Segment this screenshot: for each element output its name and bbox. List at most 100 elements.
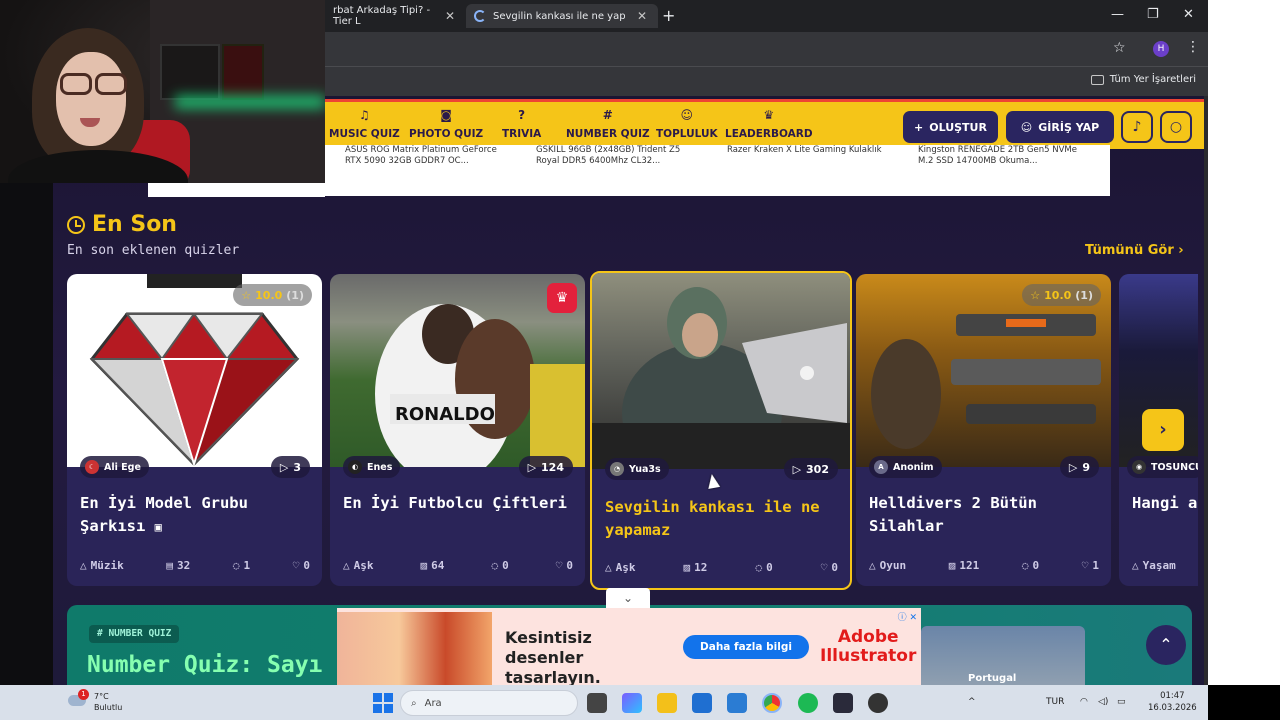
ad-info-icon[interactable]: ⓘ ✕ <box>898 610 917 623</box>
wifi-icon[interactable]: ◠ <box>1080 697 1088 707</box>
weather-temp: 7°C <box>94 692 109 701</box>
quiz-card-active[interactable]: ◔ Yua3s ▷ 302 Sevgilin kankası ile ne yapa… <box>590 271 852 590</box>
close-tab-icon[interactable]: ✕ <box>637 9 647 23</box>
items-value: 12 <box>694 561 708 574</box>
category[interactable]: △ Aşk <box>343 559 374 572</box>
nav-trivia[interactable]: ? TRIVIA <box>502 108 541 140</box>
quiz-thumbnail <box>592 273 850 483</box>
author-badge[interactable]: ◔ Yua3s <box>605 458 669 480</box>
quiz-card[interactable]: ☆ 10.0 (1) A Anonim ▷ 9 Helldivers 2 Bütün S… <box>856 274 1111 586</box>
all-bookmarks[interactable]: Tüm Yer İşaretleri <box>1090 74 1196 85</box>
images-icon: ▨ <box>420 559 428 572</box>
new-tab-icon[interactable]: + <box>662 6 675 25</box>
star-icon: ☆ <box>1030 288 1041 302</box>
collapse-ad-button[interactable]: ⌄ <box>606 588 650 608</box>
restore-icon[interactable]: ❐ <box>1147 7 1159 22</box>
system-clock[interactable]: 01:47 16.03.2026 <box>1148 690 1197 714</box>
close-window-icon[interactable]: ✕ <box>1183 7 1194 22</box>
scroll-to-top-button[interactable]: ⌃ <box>1146 625 1186 665</box>
menu-icon[interactable]: ⋮ <box>1186 39 1200 55</box>
star-icon: ☆ <box>241 288 252 302</box>
quiz-title[interactable]: Helldivers 2 Bütün Silahlar <box>869 492 1103 538</box>
ad-banner[interactable]: Kesintisiz desenler tasarlayın. Daha faz… <box>337 608 921 687</box>
windows-start-icon[interactable] <box>373 693 393 713</box>
app-icon[interactable] <box>833 693 853 713</box>
browser-tab[interactable]: rbat Arkadaş Tipi? - Tier L ✕ <box>325 4 463 28</box>
nav-leaderboard[interactable]: ♛ LEADERBOARD <box>725 108 813 140</box>
comment-icon: ◌ <box>1021 559 1029 572</box>
author-badge[interactable]: ☾ Ali Ege <box>80 456 149 478</box>
login-button[interactable]: ☺ GİRİŞ YAP <box>1006 111 1114 143</box>
category-label: Müzik <box>90 559 124 572</box>
chrome-icon[interactable] <box>762 693 782 713</box>
battery-icon[interactable]: ▭ <box>1117 697 1126 707</box>
product-item[interactable]: ASUS ROG Matrix Platinum GeForce RTX 5090… <box>345 145 515 167</box>
author-badge[interactable]: ◉ TOSUNCU <box>1127 456 1198 478</box>
product-line: Royal DDR5 6400Mhz CL32... <box>536 156 661 166</box>
copilot-icon[interactable] <box>622 693 642 713</box>
keyboard-language[interactable]: TUR <box>1046 697 1064 707</box>
quiz-title[interactable]: En İyi Model Grubu Şarkısı ▣ <box>80 492 314 539</box>
quiz-title[interactable]: Hangi a edersin <box>1132 492 1198 515</box>
quiz-title[interactable]: En İyi Futbolcu Çiftleri <box>343 492 577 515</box>
product-item[interactable]: Kingston RENEGADE 2TB Gen5 NVMe M.2 SSD 1… <box>918 145 1088 167</box>
chevron-up-icon: ⌃ <box>1159 635 1173 654</box>
likes-count[interactable]: ♡ 1 <box>1082 559 1099 572</box>
app-icon[interactable] <box>868 693 888 713</box>
profile-avatar[interactable]: H <box>1153 41 1169 57</box>
create-button[interactable]: + OLUŞTUR <box>903 111 998 143</box>
minimize-icon[interactable]: — <box>1111 7 1124 22</box>
product-item[interactable]: GSKILL 96GB (2x48GB) Trident Z5 Royal DDR… <box>536 145 706 167</box>
quiz-title[interactable]: Sevgilin kankası ile ne yapamaz <box>605 496 842 542</box>
notifications-button[interactable]: ♪ <box>1121 111 1153 143</box>
category[interactable]: △ Müzik <box>80 559 124 572</box>
close-tab-icon[interactable]: ✕ <box>445 9 455 23</box>
see-all-link[interactable]: Tümünü Gör › <box>1085 243 1184 258</box>
clock-date: 16.03.2026 <box>1148 703 1197 713</box>
heart-icon: ♡ <box>292 559 300 572</box>
comment-icon: ◌ <box>232 559 240 572</box>
store-icon[interactable] <box>692 693 712 713</box>
likes-count[interactable]: ♡ 0 <box>821 561 838 574</box>
outlook-icon[interactable] <box>727 693 747 713</box>
taskbar-search[interactable]: ⌕ Ara <box>400 690 578 716</box>
quiz-card[interactable]: ☆ 10.0 (1) ☾ Ali Ege ▷ 3 En İyi Model Grubu … <box>67 274 322 586</box>
items-count: ▤ 32 <box>166 559 190 572</box>
rating-count: (1) <box>286 288 304 302</box>
svg-text:RONALDO: RONALDO <box>395 404 495 425</box>
author-badge[interactable]: ◐ Enes <box>343 456 401 478</box>
comments-value: 0 <box>502 559 509 572</box>
product-item[interactable]: Razer Kraken X Lite Gaming Kulaklık <box>727 145 897 156</box>
category[interactable]: △ Oyun <box>869 559 906 572</box>
section-title-text: En Son <box>92 212 177 237</box>
likes-value: 0 <box>303 559 310 572</box>
volume-icon[interactable]: ◁) <box>1098 697 1108 707</box>
category[interactable]: △ Aşk <box>605 561 636 574</box>
likes-count[interactable]: ♡ 0 <box>556 559 573 572</box>
product-line: M.2 SSD 14700MB Okuma... <box>918 156 1038 166</box>
spotify-icon[interactable] <box>798 693 818 713</box>
clock-time: 01:47 <box>1160 691 1185 701</box>
file-explorer-icon[interactable] <box>657 693 677 713</box>
ad-cta-button[interactable]: Daha fazla bilgi <box>683 635 809 659</box>
comment-icon: ◌ <box>491 559 499 572</box>
see-all-label: Tümünü Gör <box>1085 243 1174 258</box>
task-view-icon[interactable] <box>587 693 607 713</box>
nav-topluluk[interactable]: ☺ TOPLULUK <box>656 108 718 140</box>
quiz-card[interactable]: RONALDO ♛ ◐ Enes ▷ 124 En İyi Futbolcu Çif… <box>330 274 585 586</box>
likes-count[interactable]: ♡ 0 <box>293 559 310 572</box>
carousel-next-button[interactable]: › <box>1142 409 1184 451</box>
category[interactable]: △ Yaşam <box>1132 559 1176 572</box>
side-promo-card[interactable]: Portugal <box>921 626 1085 685</box>
notification-badge: 1 <box>78 689 89 700</box>
author-badge[interactable]: A Anonim <box>869 456 942 478</box>
nav-number-quiz[interactable]: # NUMBER QUIZ <box>566 108 650 140</box>
browser-tab-active[interactable]: Sevgilin kankası ile ne yapamaz ✕ <box>466 4 658 28</box>
search-button[interactable]: ○ <box>1160 111 1192 143</box>
tray-chevron-icon[interactable]: ^ <box>968 697 976 707</box>
bookmark-star-icon[interactable]: ☆ <box>1113 40 1126 56</box>
nav-music-quiz[interactable]: ♫ MUSIC QUIZ <box>329 108 400 140</box>
video-icon: ▣ <box>154 520 162 534</box>
quiz-meta: △ Müzik ▤ 32 ◌ 1 ♡ 0 <box>80 559 310 572</box>
nav-photo-quiz[interactable]: ◙ PHOTO QUIZ <box>409 108 483 140</box>
